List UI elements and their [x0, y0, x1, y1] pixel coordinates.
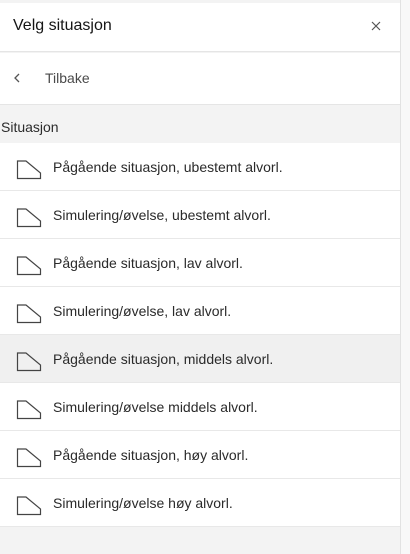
list-item-label: Simulering/øvelse, ubestemt alvorl. [53, 207, 271, 223]
list-item-ongoing-medium[interactable]: Pågående situasjon, middels alvorl. [0, 335, 400, 383]
list-item-ongoing-low[interactable]: Pågående situasjon, lav alvorl. [0, 239, 400, 287]
list-item-label: Simulering/øvelse høy alvorl. [53, 495, 233, 511]
polygon-icon [16, 352, 42, 372]
list-item-simulation-high[interactable]: Simulering/øvelse høy alvorl. [0, 479, 400, 527]
list-item-label: Pågående situasjon, middels alvorl. [53, 351, 274, 367]
list-item-label: Pågående situasjon, lav alvorl. [53, 255, 243, 271]
list-item-label: Pågående situasjon, ubestemt alvorl. [53, 159, 283, 175]
situation-list: Pågående situasjon, ubestemt alvorl. Sim… [0, 143, 400, 527]
panel-header: Velg situasjon [0, 3, 400, 52]
list-item-label: Simulering/øvelse middels alvorl. [53, 399, 258, 415]
list-item-label: Pågående situasjon, høy alvorl. [53, 447, 249, 463]
close-button[interactable] [366, 16, 386, 36]
chevron-left-icon [14, 73, 20, 83]
section-title: Situasjon [1, 119, 59, 135]
list-item-simulation-undetermined[interactable]: Simulering/øvelse, ubestemt alvorl. [0, 191, 400, 239]
panel-title: Velg situasjon [13, 17, 112, 34]
select-situation-panel: Velg situasjon Tilbake Situasjon Pågåend… [0, 0, 401, 554]
polygon-icon [16, 496, 42, 516]
list-item-label: Simulering/øvelse, lav alvorl. [53, 303, 232, 319]
right-edge [401, 0, 410, 554]
polygon-icon [16, 160, 42, 180]
polygon-icon [16, 400, 42, 420]
close-icon [371, 21, 381, 31]
list-item-ongoing-high[interactable]: Pågående situasjon, høy alvorl. [0, 431, 400, 479]
polygon-icon [16, 448, 42, 468]
back-button[interactable]: Tilbake [0, 53, 400, 105]
list-item-simulation-low[interactable]: Simulering/øvelse, lav alvorl. [0, 287, 400, 335]
polygon-icon [16, 256, 42, 276]
panel-footer-space [0, 535, 400, 554]
polygon-icon [16, 208, 42, 228]
section-header: Situasjon [0, 106, 400, 144]
polygon-icon [16, 304, 42, 324]
list-item-ongoing-undetermined[interactable]: Pågående situasjon, ubestemt alvorl. [0, 143, 400, 191]
back-label: Tilbake [45, 70, 90, 86]
list-item-simulation-medium[interactable]: Simulering/øvelse middels alvorl. [0, 383, 400, 431]
